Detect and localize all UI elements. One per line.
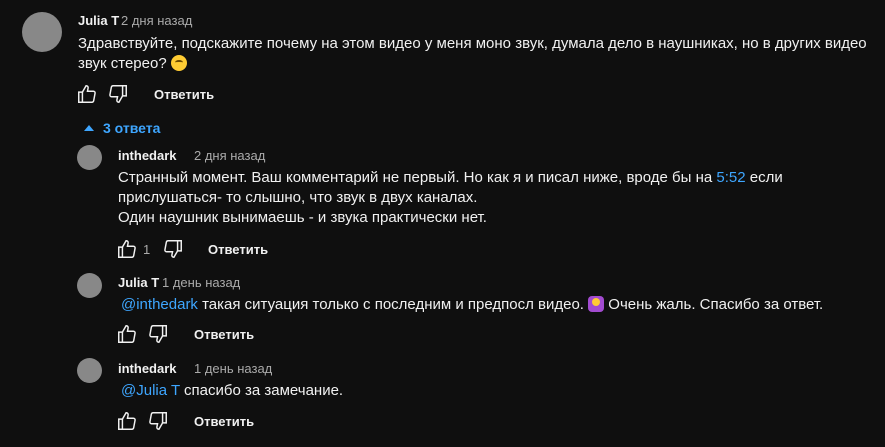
reply-text-part: спасибо за замечание. (179, 382, 344, 399)
reply-text: @Julia T спасибо за замечание. (121, 381, 343, 401)
like-icon[interactable] (76, 83, 98, 105)
reply-time[interactable]: 2 дня назад (194, 148, 265, 163)
comment-time[interactable]: 2 дня назад (121, 13, 192, 28)
like-count: 1 (143, 242, 151, 257)
reply-button[interactable]: Ответить (208, 242, 268, 257)
reply-text: Странный момент. Ваш комментарий не перв… (118, 168, 783, 228)
timestamp-link[interactable]: 5:52 (716, 169, 745, 186)
reply-text-part: такая ситуация только с последним и пред… (197, 296, 589, 313)
comment-text-line1: Здравствуйте, подскажите почему на этом … (78, 35, 867, 52)
reply-time[interactable]: 1 день назад (194, 361, 272, 376)
like-icon[interactable] (116, 410, 138, 432)
reply-button[interactable]: Ответить (194, 414, 254, 429)
reply-text-part: Очень жаль. Спасибо за ответ. (604, 296, 824, 313)
reply-author[interactable]: inthedark (118, 361, 177, 376)
person-shrugging-icon (588, 296, 605, 312)
comment-text-line2: звук стерео? (78, 55, 167, 72)
chevron-up-icon (84, 125, 94, 131)
like-icon[interactable] (116, 323, 138, 345)
dislike-icon[interactable] (147, 410, 169, 432)
reply-author[interactable]: Julia T (118, 275, 159, 290)
reply-text-part: если (745, 169, 783, 186)
reply-time[interactable]: 1 день назад (162, 275, 240, 290)
mention-link[interactable]: @Julia T (121, 382, 180, 399)
reply-text-line2: прислушаться- то слышно, что звук в двух… (118, 189, 478, 206)
avatar[interactable] (77, 273, 102, 298)
avatar[interactable] (77, 358, 102, 383)
mention-link[interactable]: @inthedark (121, 296, 198, 313)
avatar[interactable] (77, 145, 102, 170)
replies-count: 3 ответа (103, 120, 161, 136)
reply-text: @inthedark такая ситуация только с после… (121, 295, 823, 315)
reply-button[interactable]: Ответить (194, 327, 254, 342)
dislike-icon[interactable] (147, 323, 169, 345)
reply-text-line3: Один наушник вынимаешь - и звука практич… (118, 209, 487, 226)
reply-button[interactable]: Ответить (154, 87, 214, 102)
comment-author[interactable]: Julia T (78, 13, 119, 28)
reply-author[interactable]: inthedark (118, 148, 177, 163)
replies-toggle[interactable]: 3 ответа (84, 120, 160, 136)
dislike-icon[interactable] (107, 83, 129, 105)
thinking-face-icon (170, 55, 187, 71)
like-icon[interactable] (116, 238, 138, 260)
avatar[interactable] (22, 12, 62, 52)
dislike-icon[interactable] (162, 238, 184, 260)
reply-text-part: Странный момент. Ваш комментарий не перв… (118, 169, 717, 186)
comment-text: Здравствуйте, подскажите почему на этом … (78, 34, 867, 74)
